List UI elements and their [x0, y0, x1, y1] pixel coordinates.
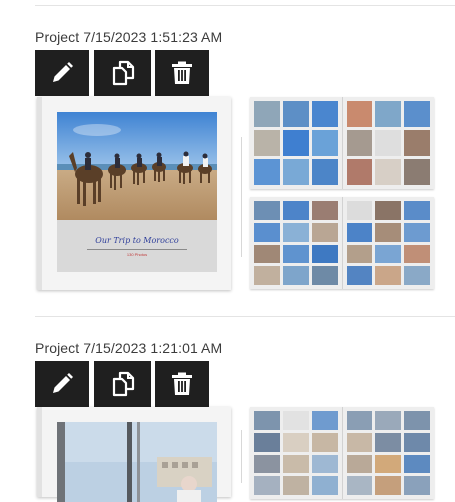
duplicate-button[interactable]: [94, 50, 151, 96]
cover-subtitle: 130 Photos: [126, 252, 148, 257]
divider: [35, 5, 455, 6]
page-spread[interactable]: [250, 197, 434, 289]
duplicate-icon: [112, 60, 134, 86]
spread-page: [250, 407, 342, 499]
cover-photo: [57, 422, 217, 502]
album-spine: [37, 407, 42, 497]
page-spread[interactable]: [250, 97, 434, 189]
album-cover[interactable]: [37, 407, 231, 502]
spread-page: [341, 197, 434, 289]
separator: [241, 430, 242, 483]
spread-page: [341, 407, 434, 499]
duplicate-icon: [112, 371, 134, 397]
delete-button[interactable]: [155, 50, 209, 96]
spread-page: [250, 197, 342, 289]
spread-page: [341, 97, 434, 189]
trash-icon: [172, 372, 192, 395]
spread-page: [250, 97, 342, 189]
pencil-icon: [53, 373, 73, 393]
cover-rule: [87, 249, 187, 250]
cover-photo: [57, 112, 217, 220]
trash-icon: [172, 61, 192, 84]
pencil-icon: [53, 62, 73, 82]
album-cover[interactable]: Our Trip to Morocco 130 Photos: [37, 97, 231, 290]
cover-title-band: Our Trip to Morocco 130 Photos: [57, 220, 217, 272]
duplicate-button[interactable]: [94, 361, 151, 407]
page-spread[interactable]: [250, 407, 434, 499]
project-title: Project 7/15/2023 1:21:01 AM: [35, 340, 223, 356]
divider: [35, 316, 455, 317]
separator: [241, 137, 242, 257]
edit-button[interactable]: [35, 361, 89, 407]
edit-button[interactable]: [35, 50, 89, 96]
album-spine: [37, 97, 42, 290]
cover-title: Our Trip to Morocco: [95, 236, 179, 245]
delete-button[interactable]: [155, 361, 209, 407]
project-title: Project 7/15/2023 1:51:23 AM: [35, 29, 223, 45]
